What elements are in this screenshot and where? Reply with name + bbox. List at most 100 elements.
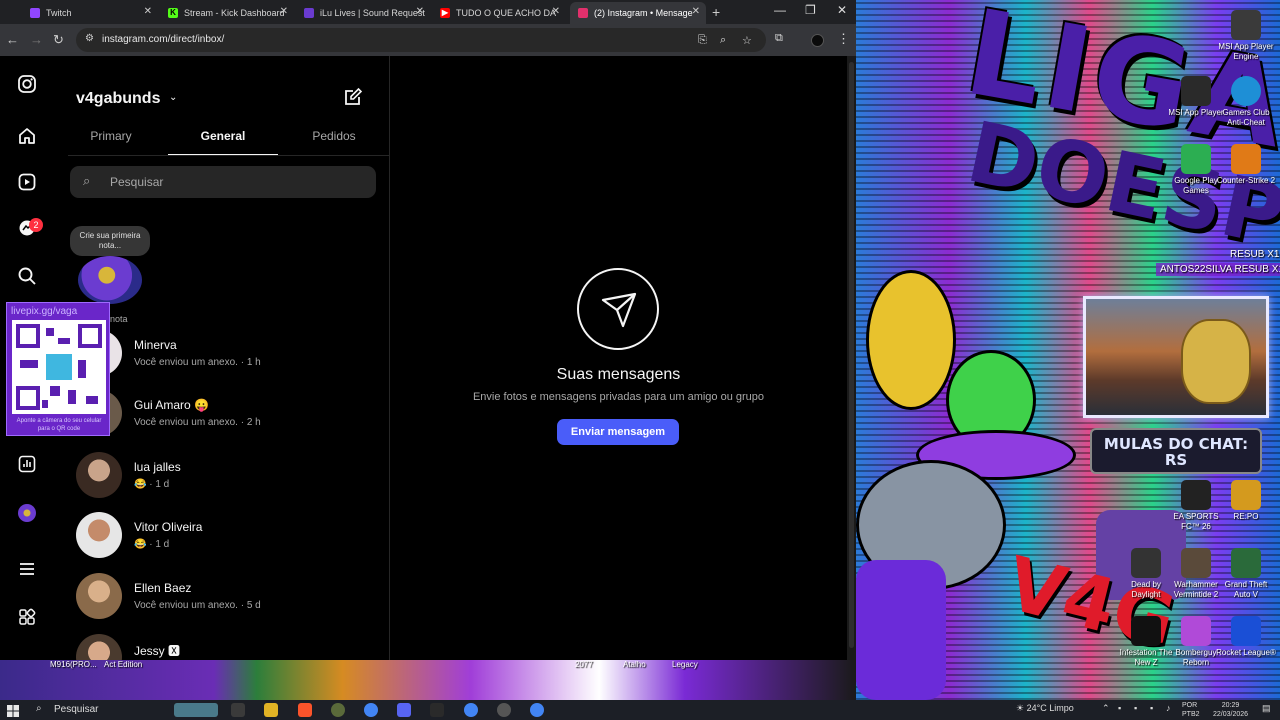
page-scrollbar[interactable] bbox=[847, 56, 856, 660]
inbox-tabs: Primary General Pedidos bbox=[68, 126, 390, 156]
browser-tab-sound-request[interactable]: iLu Lives | Sound Request ✕ bbox=[296, 2, 430, 24]
taskbar-search-label: Pesquisar bbox=[54, 704, 99, 715]
tab-general[interactable]: General bbox=[168, 129, 278, 143]
maximize-icon[interactable]: ❐ bbox=[805, 3, 816, 17]
app-icon bbox=[1231, 616, 1261, 646]
windows-start-icon[interactable] bbox=[7, 704, 19, 717]
new-tab-button[interactable]: + bbox=[712, 4, 720, 20]
url-field[interactable]: ⚙ instagram.com/direct/inbox/ ⎘ ⌕ ☆ bbox=[76, 28, 766, 52]
browser-tab-kick[interactable]: K Stream - Kick Dashboard ✕ bbox=[160, 2, 294, 24]
profile-avatar[interactable] bbox=[811, 34, 824, 47]
tray-chevron-icon[interactable]: ⌃ bbox=[1102, 703, 1110, 714]
search-placeholder: Pesquisar bbox=[110, 175, 164, 189]
conversation-item[interactable]: Ellen Baez Você enviou um anexo. · 5 d bbox=[76, 573, 376, 623]
install-icon[interactable]: ⎘ bbox=[698, 34, 707, 47]
conversation-item[interactable]: Jessy 🆇 bbox=[76, 634, 376, 660]
chat-banner-overlay: MULAS DO CHAT: RS bbox=[1090, 428, 1262, 474]
app-icon[interactable] bbox=[497, 703, 511, 717]
new-message-icon[interactable] bbox=[342, 86, 364, 108]
site-info-icon[interactable]: ⚙ bbox=[85, 33, 94, 44]
back-icon[interactable]: ← bbox=[6, 32, 19, 47]
extensions-icon[interactable]: ⧉ bbox=[775, 32, 783, 45]
windows-taskbar: ⌕ Pesquisar ☀ 24°C Limpo ⌃ ▪ ▪ ▪ ♪ POR PT… bbox=[0, 700, 1280, 720]
search-icon[interactable] bbox=[15, 266, 39, 290]
desktop-icon-repo[interactable]: RE:PO bbox=[1216, 480, 1276, 522]
epic-games-icon[interactable] bbox=[430, 703, 444, 717]
tray-app-icon[interactable]: ▪ bbox=[1134, 703, 1137, 713]
reload-icon[interactable]: ↻ bbox=[53, 32, 64, 48]
browser-tab-youtube[interactable]: ▶ TUDO O QUE ACHO DA ✕ bbox=[432, 2, 566, 24]
wallpaper-art bbox=[856, 560, 946, 700]
taskbar-widget[interactable] bbox=[174, 703, 218, 717]
language-indicator[interactable]: POR PTB2 bbox=[1182, 701, 1200, 719]
conversation-preview: Você enviou um anexo. · 1 h bbox=[134, 357, 261, 368]
app-icon bbox=[1231, 76, 1261, 106]
conversation-item[interactable]: lua jalles 😂 · 1 d bbox=[76, 452, 376, 502]
note-avatar[interactable] bbox=[78, 256, 142, 304]
notifications-icon[interactable]: ▤ bbox=[1262, 703, 1271, 714]
tray-app-icon[interactable]: ▪ bbox=[1118, 703, 1121, 713]
taskbar-search[interactable]: ⌕ Pesquisar bbox=[28, 702, 168, 718]
chrome-icon[interactable] bbox=[464, 703, 478, 717]
conversation-item[interactable]: Minerva Você enviou um anexo. · 1 h bbox=[76, 330, 376, 380]
profile-avatar[interactable] bbox=[15, 501, 39, 525]
search-input[interactable]: ⌕ Pesquisar bbox=[70, 166, 376, 198]
brave-icon[interactable] bbox=[298, 703, 312, 717]
tab-requests[interactable]: Pedidos bbox=[279, 129, 389, 143]
tab-title: Twitch bbox=[46, 8, 72, 18]
active-tab-indicator bbox=[168, 154, 278, 155]
discord-icon[interactable] bbox=[397, 703, 411, 717]
url-text: instagram.com/direct/inbox/ bbox=[102, 34, 225, 45]
chevron-down-icon[interactable]: ⌄ bbox=[169, 92, 177, 103]
desktop-icon-counter-strike[interactable]: Counter-Strike 2 bbox=[1216, 144, 1276, 186]
volume-icon[interactable]: ♪ bbox=[1166, 703, 1171, 713]
zoom-icon[interactable]: ⌕ bbox=[720, 34, 726, 47]
app-icon bbox=[1181, 144, 1211, 174]
file-explorer-icon[interactable] bbox=[264, 703, 278, 717]
conversation-preview: Você enviou um anexo. · 5 d bbox=[134, 600, 261, 611]
also-from-meta-icon[interactable] bbox=[15, 607, 39, 631]
chrome-icon[interactable] bbox=[530, 703, 544, 717]
app-icon[interactable] bbox=[331, 703, 345, 717]
conversation-name: Vitor Oliveira bbox=[134, 520, 203, 534]
browser-tab-twitch[interactable]: Twitch ✕ bbox=[22, 2, 158, 24]
bookmark-star-icon[interactable]: ☆ bbox=[742, 34, 752, 47]
close-icon[interactable]: ✕ bbox=[552, 6, 560, 17]
tab-primary[interactable]: Primary bbox=[56, 129, 166, 143]
browser-menu-icon[interactable]: ⋮ bbox=[837, 31, 850, 47]
youtube-icon: ▶ bbox=[440, 8, 450, 18]
close-icon[interactable]: ✕ bbox=[144, 6, 152, 17]
clock[interactable]: 20:29 22/03/2026 bbox=[1213, 701, 1248, 719]
app-icon bbox=[1231, 480, 1261, 510]
send-message-button[interactable]: Enviar mensagem bbox=[557, 419, 679, 445]
minimize-icon[interactable]: — bbox=[774, 3, 786, 17]
note-bubble[interactable]: Crie sua primeira nota... bbox=[70, 226, 150, 256]
task-view-icon[interactable] bbox=[231, 703, 245, 717]
desktop-icon-rocket-league[interactable]: Rocket League® bbox=[1216, 616, 1276, 658]
close-window-icon[interactable]: ✕ bbox=[837, 3, 847, 17]
tray-app-icon[interactable]: ▪ bbox=[1150, 703, 1153, 713]
conversation-item[interactable]: Vitor Oliveira 😂 · 1 d bbox=[76, 512, 376, 562]
home-icon[interactable] bbox=[15, 126, 39, 150]
close-icon[interactable]: ✕ bbox=[416, 6, 424, 17]
desktop-icon-gta-v[interactable]: Grand Theft Auto V bbox=[1216, 548, 1276, 600]
desktop-icon-gamers-club[interactable]: Gamers Club Anti-Cheat bbox=[1216, 76, 1276, 128]
strip-label: Atalho bbox=[623, 660, 646, 669]
more-menu-icon[interactable] bbox=[15, 559, 39, 583]
account-switcher[interactable]: v4gabunds bbox=[76, 90, 160, 108]
close-icon[interactable]: ✕ bbox=[280, 6, 288, 17]
chrome-icon[interactable] bbox=[364, 703, 378, 717]
close-icon[interactable]: ✕ bbox=[692, 6, 700, 17]
insights-icon[interactable] bbox=[15, 454, 39, 478]
empty-subtitle: Envie fotos e mensagens privadas para um… bbox=[472, 391, 765, 403]
messenger-icon bbox=[577, 268, 659, 350]
instagram-logo-icon[interactable] bbox=[15, 74, 39, 98]
conversation-preview: 😂 · 1 d bbox=[134, 479, 170, 490]
browser-tab-instagram[interactable]: (2) Instagram • Mensage ✕ bbox=[570, 2, 706, 24]
reels-icon[interactable] bbox=[15, 172, 39, 196]
kick-icon: K bbox=[168, 8, 178, 18]
conversation-item[interactable]: Gui Amaro 😛 Você enviou um anexo. · 2 h bbox=[76, 390, 376, 440]
desktop-icon-msi-engine[interactable]: MSI App Player Engine bbox=[1216, 10, 1276, 62]
forward-icon[interactable]: → bbox=[30, 32, 43, 47]
weather-widget[interactable]: ☀ 24°C Limpo bbox=[1016, 703, 1074, 714]
